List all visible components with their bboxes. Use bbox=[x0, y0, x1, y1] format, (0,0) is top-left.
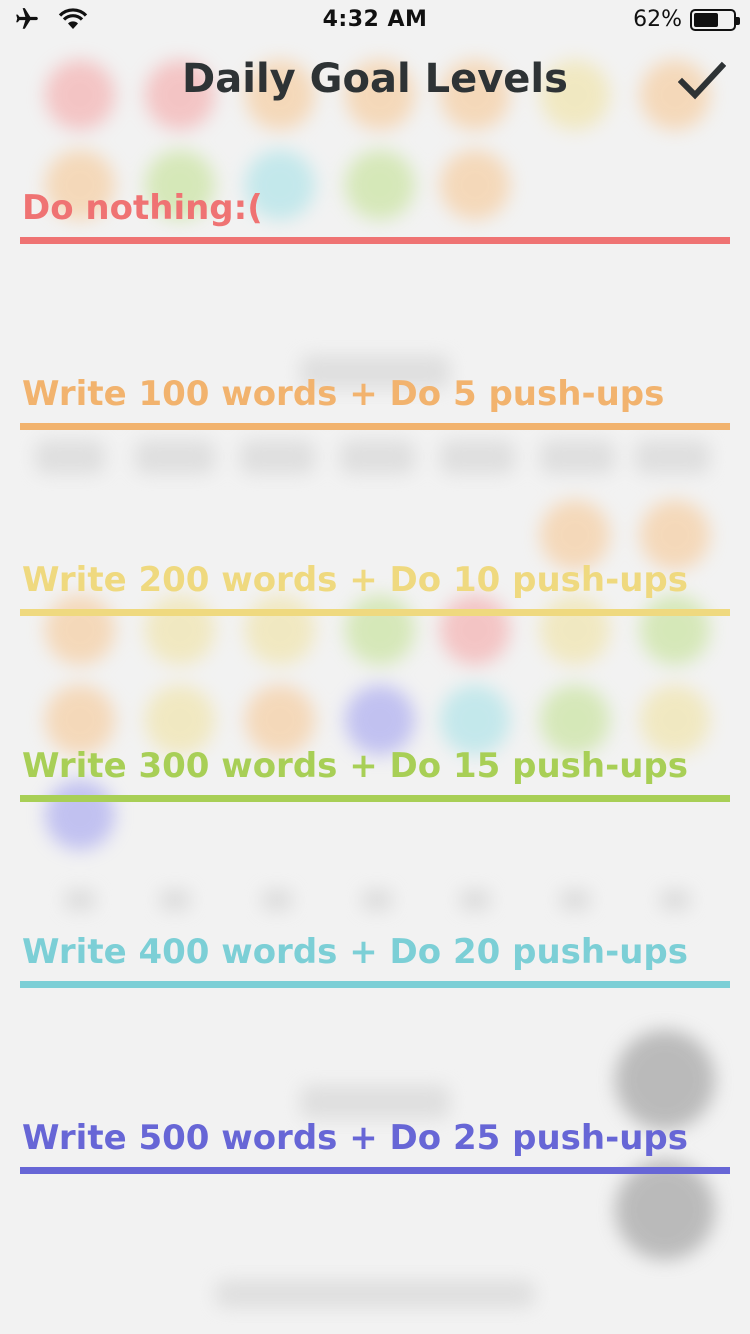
battery-icon bbox=[690, 8, 740, 31]
goal-level-label: Write 400 words + Do 20 push-ups bbox=[22, 932, 689, 972]
goal-level-5[interactable]: Write 500 words + Do 25 push-ups bbox=[20, 1094, 730, 1174]
goal-level-underline bbox=[20, 423, 730, 430]
goal-level-underline bbox=[20, 981, 730, 988]
goal-level-2[interactable]: Write 200 words + Do 10 push-ups bbox=[20, 536, 730, 616]
battery-tip bbox=[736, 16, 740, 25]
goal-level-label: Write 300 words + Do 15 push-ups bbox=[22, 746, 689, 786]
goal-level-underline bbox=[20, 1167, 730, 1174]
checkmark-icon[interactable] bbox=[677, 58, 727, 102]
battery-percent: 62% bbox=[633, 7, 682, 32]
goal-level-underline bbox=[20, 609, 730, 616]
goal-level-3[interactable]: Write 300 words + Do 15 push-ups bbox=[20, 722, 730, 802]
goal-level-label: Write 200 words + Do 10 push-ups bbox=[22, 560, 689, 600]
goal-level-4[interactable]: Write 400 words + Do 20 push-ups bbox=[20, 908, 730, 988]
goal-level-0[interactable]: Do nothing:( bbox=[20, 164, 730, 244]
status-right: 62% bbox=[633, 7, 740, 32]
goal-level-underline bbox=[20, 795, 730, 802]
goal-level-underline bbox=[20, 237, 730, 244]
battery-fill bbox=[694, 12, 718, 27]
status-bar: 4:32 AM 62% bbox=[0, 0, 750, 40]
goal-level-label: Write 100 words + Do 5 push-ups bbox=[22, 374, 665, 414]
goal-level-label: Do nothing:( bbox=[22, 188, 263, 228]
goal-level-1[interactable]: Write 100 words + Do 5 push-ups bbox=[20, 350, 730, 430]
goal-levels-screen: 4:32 AM 62% Daily Goal Levels Do nothing… bbox=[0, 0, 750, 1334]
page-title: Daily Goal Levels bbox=[182, 56, 568, 102]
goal-level-label: Write 500 words + Do 25 push-ups bbox=[22, 1118, 689, 1158]
